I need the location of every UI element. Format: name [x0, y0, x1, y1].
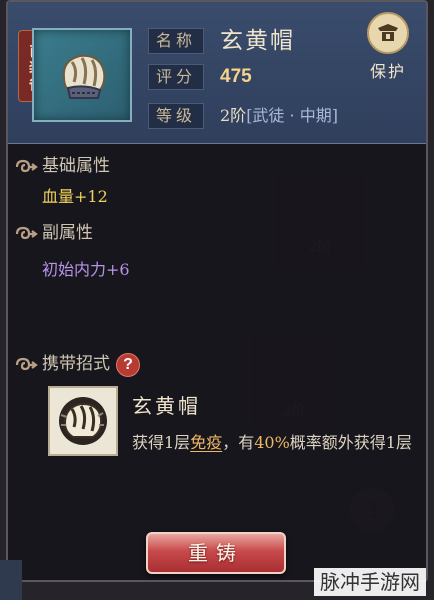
- protect-button[interactable]: 保护: [362, 12, 414, 88]
- skill-chance: 40%: [254, 433, 290, 452]
- protect-label: 保护: [369, 62, 406, 81]
- fist-helmet-icon: [59, 397, 107, 445]
- skill-desc-part: 概率额外获得1层: [289, 433, 412, 452]
- item-name: 玄黄帽: [220, 28, 295, 54]
- grade-tier: [武徒 · 中期]: [246, 106, 338, 125]
- skill-desc-part: 获得1层: [132, 433, 191, 452]
- sub-attributes-label: 副属性: [42, 223, 93, 243]
- skill-description: 获得1层免疫，有40%概率额外获得1层: [132, 430, 412, 456]
- shield-lock-icon: [378, 24, 398, 41]
- sub-attribute-value: 初始内力+6: [42, 260, 130, 279]
- swirl-icon: [15, 159, 38, 172]
- carried-skill-title: 携带招式?: [14, 352, 140, 377]
- item-icon-frame: [32, 28, 132, 122]
- game-screen: 2阶 2阶 3 已装备 名称 玄黄帽 评分 475: [0, 0, 434, 600]
- swirl-icon: [15, 357, 38, 370]
- skill-name: 玄黄帽: [132, 394, 201, 418]
- skill-icon-frame[interactable]: [48, 386, 118, 456]
- item-header: 已装备 名称 玄黄帽 评分 475 等级 2阶[武徒 · 中期]: [8, 2, 426, 144]
- name-key: 名称: [148, 28, 204, 54]
- hp-bonus: 血量+12: [42, 187, 108, 206]
- item-tooltip-panel: 已装备 名称 玄黄帽 评分 475 等级 2阶[武徒 · 中期]: [6, 0, 428, 582]
- fist-helmet-icon: [62, 54, 106, 99]
- item-grade: 2阶[武徒 · 中期]: [220, 103, 338, 129]
- carried-skill-label: 携带招式: [42, 354, 110, 374]
- help-icon[interactable]: ?: [116, 352, 140, 377]
- item-score: 475: [220, 66, 252, 87]
- sub-attributes-title: 副属性: [14, 221, 93, 245]
- score-key: 评分: [148, 64, 204, 90]
- background-fragment: [0, 560, 22, 600]
- grade-key: 等级: [148, 103, 204, 129]
- base-attributes-label: 基础属性: [42, 156, 110, 176]
- watermark: 脉冲手游网: [314, 568, 426, 596]
- reforge-button[interactable]: 重铸: [146, 532, 286, 574]
- base-attributes-title: 基础属性: [14, 154, 110, 178]
- immunity-keyword-link[interactable]: 免疫: [190, 433, 222, 452]
- swirl-icon: [15, 226, 38, 239]
- skill-desc-part: ，有: [222, 433, 255, 452]
- protect-badge[interactable]: [367, 12, 409, 54]
- grade-level: 2阶: [220, 106, 247, 125]
